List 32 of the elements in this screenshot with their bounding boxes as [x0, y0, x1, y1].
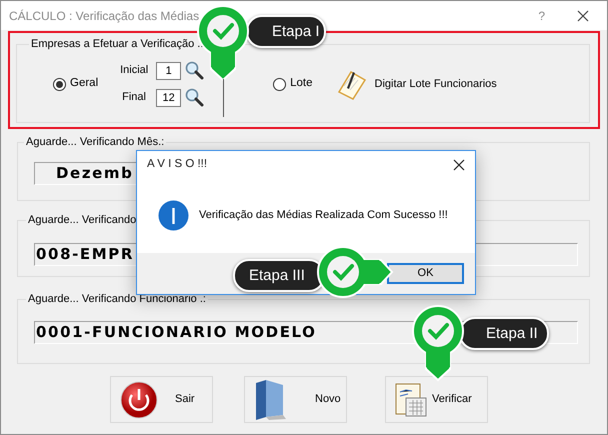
search-icon[interactable] [185, 88, 204, 107]
input-field[interactable]: 12 [156, 88, 182, 106]
dialog-message: Verificação das Médias Realizada Com Sucesso !!! [199, 208, 448, 224]
radio-label[interactable]: Geral [70, 75, 98, 93]
window-title: CÁLCULO : Verificação das Médias [9, 8, 200, 24]
close-icon[interactable] [453, 159, 465, 171]
toolbar-button[interactable]: Sair [110, 376, 213, 423]
dialog-title: A V I S O !!! [147, 157, 208, 172]
radio-label[interactable]: Lote [290, 75, 313, 93]
power-icon [119, 380, 159, 420]
group-label: Aguarde... Verificando Mês.: [25, 135, 166, 149]
toolbar-button[interactable]: Novo [244, 376, 347, 423]
search-icon[interactable] [185, 61, 204, 80]
field-value: 0001-FUNCIONARIO MODELO [36, 323, 317, 341]
folder-icon [253, 378, 287, 420]
info-icon [158, 200, 189, 231]
toolbar-button[interactable]: Verificar [385, 376, 488, 423]
field-label: Final [121, 90, 147, 106]
radio-button[interactable] [273, 78, 286, 90]
radio-button[interactable] [53, 78, 66, 90]
group-label: Aguarde... Verificando Funcionario .: [27, 292, 207, 306]
calculator-icon [394, 382, 428, 418]
ok-button[interactable]: OK [387, 263, 464, 284]
step-label: Etapa I [246, 15, 326, 48]
lot-link[interactable]: Digitar Lote Funcionarios [374, 76, 497, 92]
field-value: 008-EMPR [36, 245, 134, 263]
close-icon[interactable] [577, 10, 589, 22]
group-label: Aguarde... Verificando [27, 213, 138, 227]
step-label: Etapa II [459, 317, 549, 350]
field-value: Dezemb [55, 164, 134, 182]
input-field[interactable]: 1 [156, 62, 182, 80]
field-label: Inicial [120, 63, 150, 78]
